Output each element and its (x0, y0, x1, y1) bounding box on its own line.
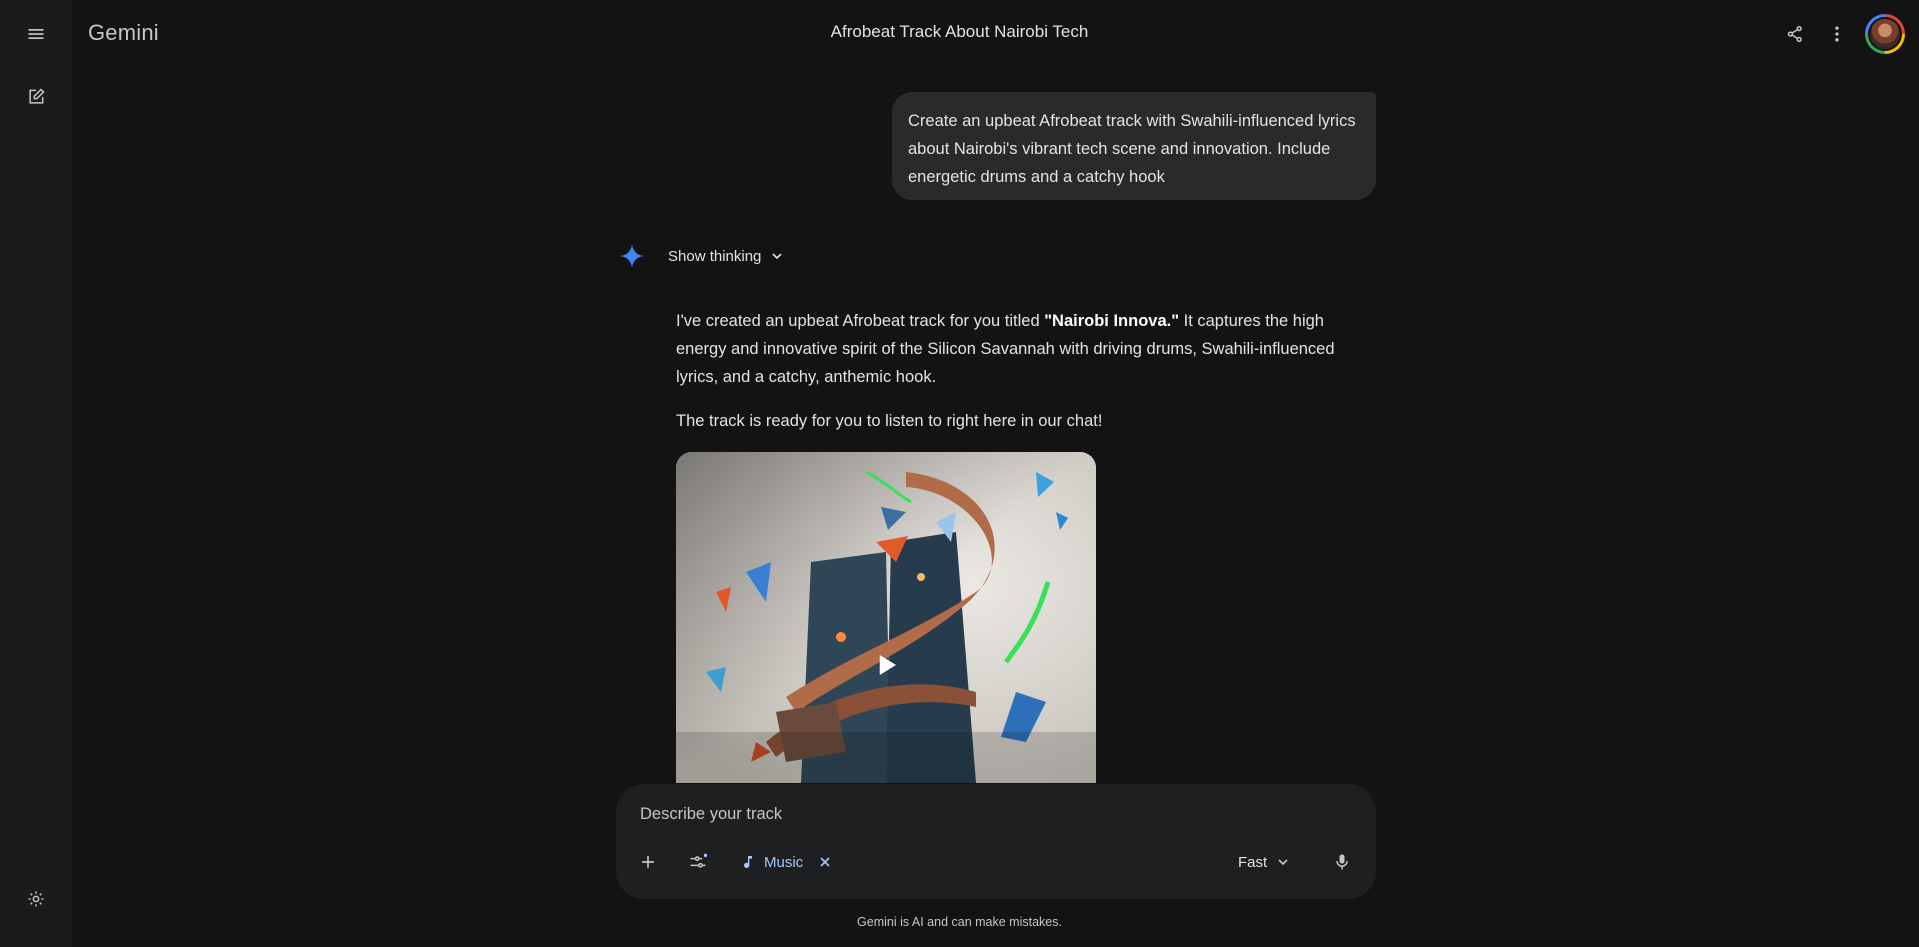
side-rail (0, 0, 72, 947)
show-thinking-label: Show thinking (668, 247, 762, 265)
show-thinking-toggle[interactable]: Show thinking (668, 245, 785, 267)
model-mode-selector[interactable]: Fast (1238, 844, 1291, 880)
edit-icon (29, 88, 45, 104)
share-button[interactable] (1777, 16, 1813, 52)
more-vertical-icon (1835, 26, 1839, 42)
play-icon (879, 655, 896, 675)
remove-chip-button[interactable] (817, 854, 833, 870)
track-artwork[interactable] (676, 452, 1096, 783)
prompt-input[interactable] (640, 798, 1340, 830)
chevron-down-icon (772, 253, 782, 260)
conversation-title-bar: Afrobeat Track About Nairobi Tech (0, 22, 1919, 42)
add-attachment-button[interactable] (630, 844, 666, 880)
music-chip-label: Music (764, 853, 804, 871)
response-paragraph-2: The track is ready for you to listen to … (676, 412, 1103, 430)
settings-button[interactable] (18, 881, 54, 917)
header-actions (1777, 14, 1905, 54)
microphone-button[interactable] (1324, 844, 1360, 880)
tools-icon (690, 853, 708, 868)
more-options-button[interactable] (1819, 16, 1855, 52)
gear-icon (28, 891, 44, 907)
close-icon (820, 857, 830, 867)
disclaimer-text: Gemini is AI and can make mistakes. (857, 915, 1062, 929)
avatar[interactable] (1865, 14, 1905, 54)
tools-button[interactable] (680, 844, 716, 880)
chevron-down-icon (1278, 859, 1288, 866)
gemini-spark-icon (620, 244, 644, 268)
response-text: I've created an upbeat Afrobeat track fo… (676, 312, 1045, 330)
user-prompt-bubble: Create an upbeat Afrobeat track with Swa… (892, 92, 1376, 200)
share-icon (1787, 25, 1802, 43)
plus-icon (642, 856, 654, 868)
track-artwork-image (676, 452, 1096, 783)
avatar-photo (1868, 17, 1902, 51)
prompt-composer: Music Fast (616, 784, 1376, 899)
mode-label: Fast (1238, 853, 1268, 871)
gemini-app: Gemini Afrobeat Track About Nairobi Tech… (0, 0, 1919, 947)
new-chat-button[interactable] (18, 79, 54, 115)
music-note-icon (744, 856, 752, 869)
play-button[interactable] (864, 643, 908, 687)
conversation-title[interactable]: Afrobeat Track About Nairobi Tech (831, 22, 1089, 42)
music-chip[interactable]: Music (730, 844, 843, 880)
track-title: "Nairobi Innova." (1044, 312, 1180, 330)
response-paragraph-1: I've created an upbeat Afrobeat track fo… (676, 307, 1356, 391)
mic-icon (1336, 854, 1348, 870)
disclaimer: Gemini is AI and can make mistakes. (0, 915, 1919, 929)
